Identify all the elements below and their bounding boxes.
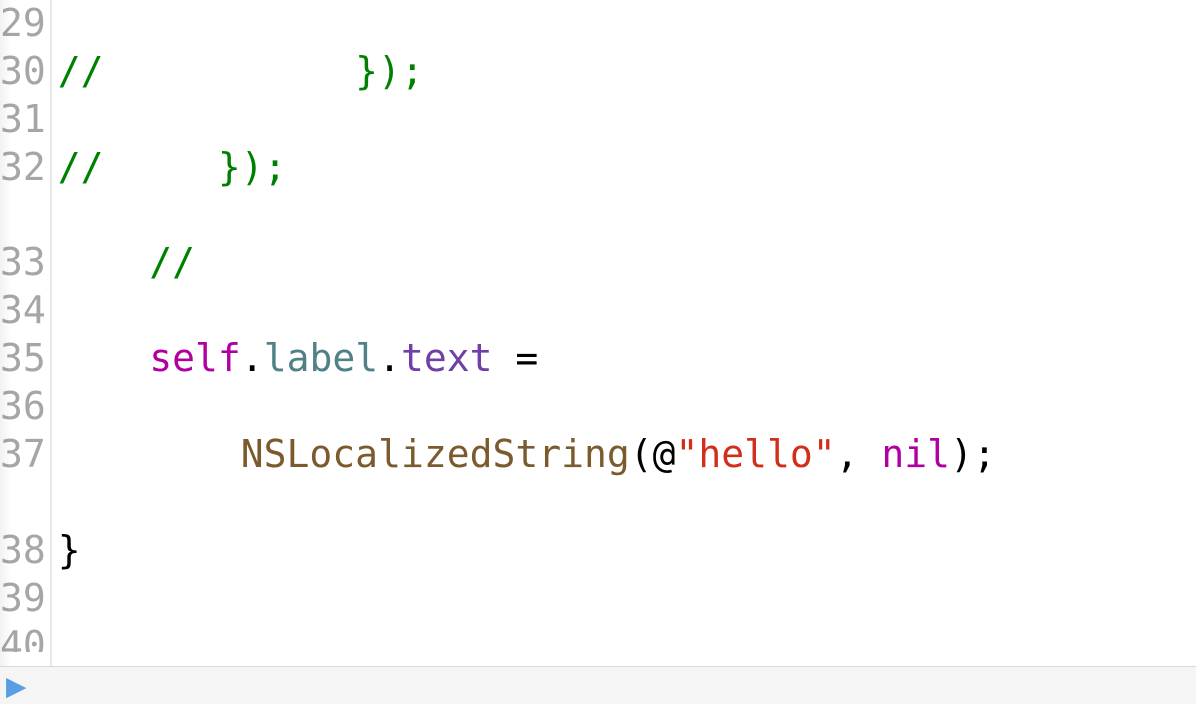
code-editor[interactable]: 29 30 31 32 33 34 35 36 37 38 39 40 // }… [0, 0, 1196, 704]
code-area[interactable]: // }); // }); // self.label.text = NSLoc… [52, 0, 1196, 704]
comment-token: // }); [58, 145, 287, 189]
string-token: "hello" [676, 432, 836, 476]
member-token: text [401, 336, 493, 380]
code-line[interactable]: } [58, 527, 1196, 575]
comment-token: // [149, 240, 195, 284]
run-arrow-icon[interactable]: ▶ [6, 669, 26, 703]
editor-bottom-bar: ▶ [0, 666, 1196, 704]
keyword-nil: nil [881, 432, 950, 476]
line-number-gutter: 29 30 31 32 33 34 35 36 37 38 39 40 [0, 0, 52, 704]
property-token: label [264, 336, 378, 380]
comment-token: // }); [58, 49, 424, 93]
code-line[interactable] [58, 622, 1196, 670]
code-line[interactable]: self.label.text = [58, 335, 1196, 383]
code-line[interactable]: // }); [58, 144, 1196, 192]
function-token: NSLocalizedString [241, 432, 630, 476]
keyword-self: self [149, 336, 241, 380]
code-line[interactable]: // }); [58, 48, 1196, 96]
code-line[interactable]: // [58, 239, 1196, 287]
code-line-wrap[interactable]: NSLocalizedString(@"hello", nil); [58, 431, 1196, 479]
